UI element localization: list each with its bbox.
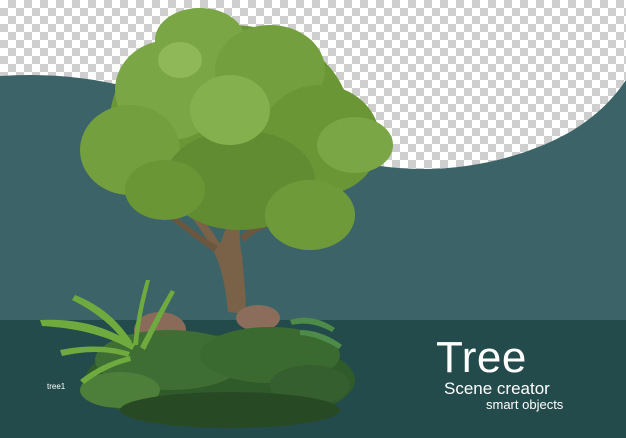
caption-title: Tree: [436, 333, 527, 382]
scene-illustration: [0, 8, 626, 438]
caption-subtitle: Scene creator: [444, 379, 550, 398]
image-canvas: Tree Scene creator smart objects tree1: [0, 0, 626, 438]
caption-tagline: smart objects: [486, 397, 564, 412]
object-label: tree1: [47, 382, 66, 391]
